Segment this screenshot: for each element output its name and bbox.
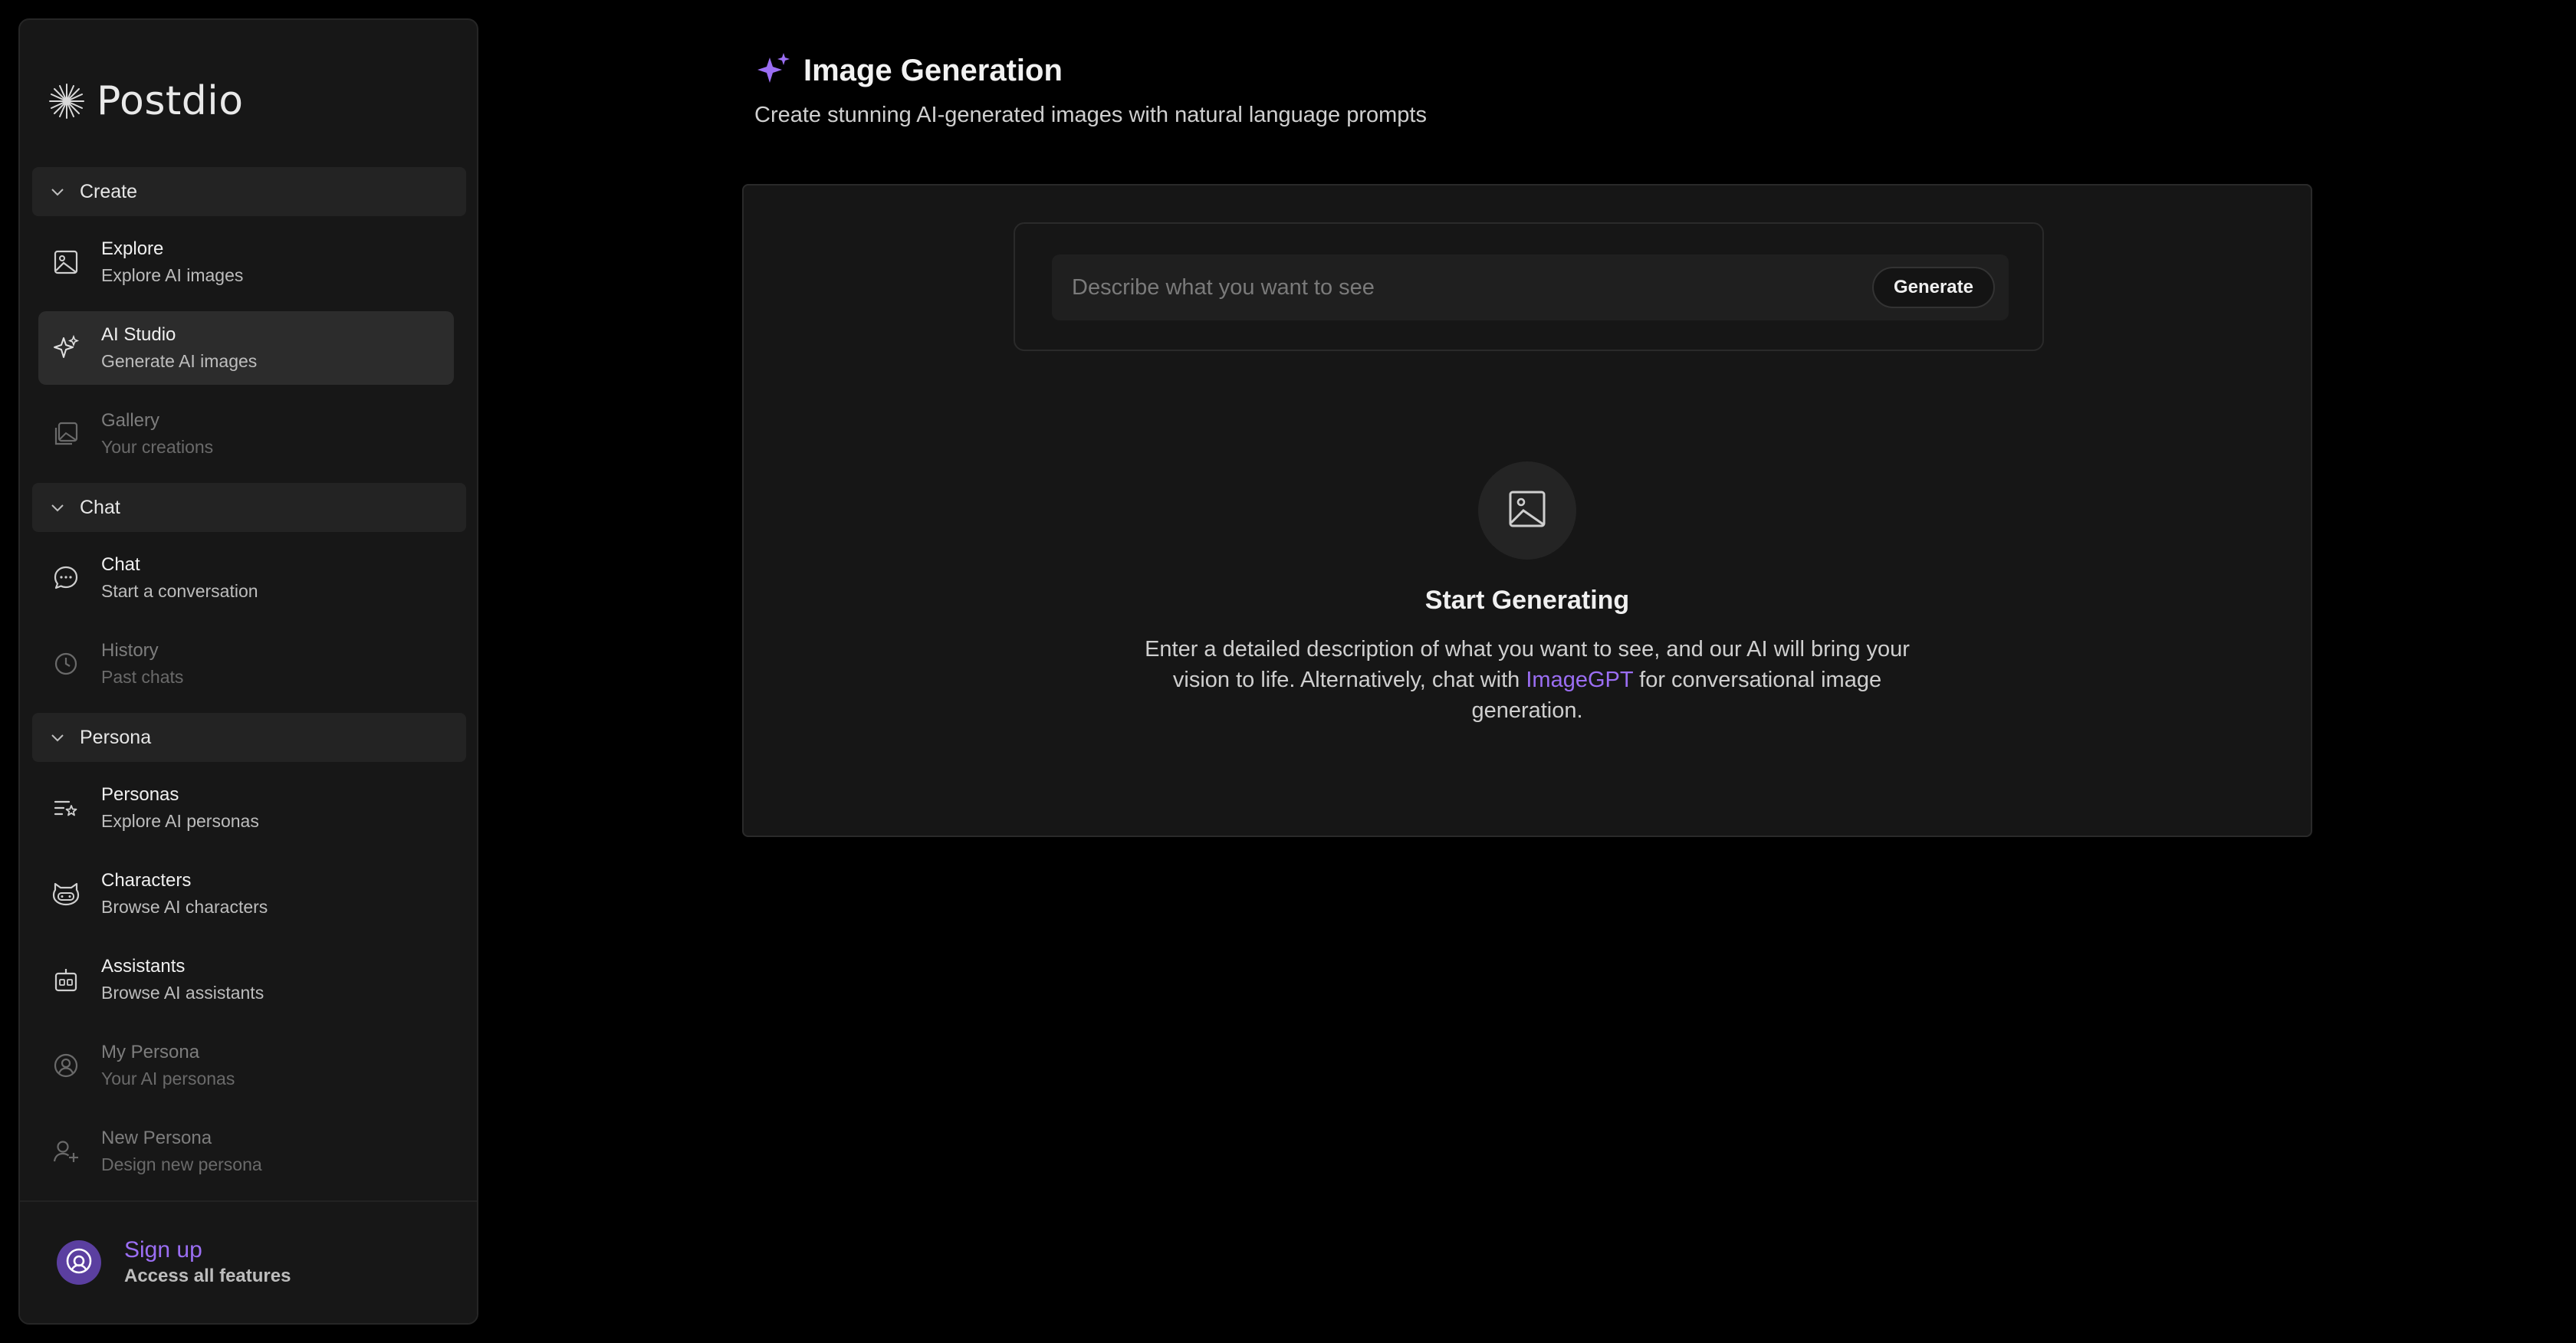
bot-icon	[52, 966, 80, 993]
sidebar-item-subtitle: Past chats	[101, 667, 184, 687]
page-subtitle: Create stunning AI-generated images with…	[754, 103, 1427, 127]
prompt-card: Generate	[1014, 222, 2044, 351]
sidebar-item-title: Assistants	[101, 956, 186, 977]
signup-card[interactable]: Sign up Access all features	[20, 1200, 477, 1323]
sidebar: Postdio Create Explore Explore AI images	[18, 18, 478, 1325]
empty-state-icon-circle	[1478, 461, 1576, 560]
sidebar-item-subtitle: Generate AI images	[101, 351, 258, 371]
generation-panel: Generate Start Generating Enter a detail…	[742, 184, 2312, 837]
sidebar-item-title: Personas	[101, 784, 179, 805]
sidebar-item-subtitle: Start a conversation	[101, 581, 258, 601]
signup-link[interactable]: Sign up	[124, 1236, 291, 1264]
sidebar-item-title: My Persona	[101, 1042, 200, 1062]
section-header-create[interactable]: Create	[32, 167, 466, 216]
empty-state-description: Enter a detailed description of what you…	[1144, 634, 1911, 726]
generate-button[interactable]: Generate	[1871, 267, 1995, 308]
sidebar-item-title: Gallery	[101, 410, 160, 431]
page-title: Image Generation	[803, 53, 1063, 87]
sidebar-item-personas[interactable]: Personas Explore AI personas	[38, 771, 454, 845]
sidebar-nav: Create Explore Explore AI images AI Stud…	[32, 167, 466, 1200]
chevron-down-icon	[49, 729, 66, 746]
image-icon	[52, 248, 80, 276]
section-label: Chat	[80, 496, 120, 518]
empty-state-title: Start Generating	[1424, 586, 1630, 615]
sidebar-item-subtitle: Browse AI characters	[101, 897, 268, 917]
sidebar-item-explore[interactable]: Explore Explore AI images	[38, 225, 454, 299]
sparkles-icon	[52, 334, 80, 362]
brand-name: Postdio	[97, 78, 244, 124]
chevron-down-icon	[49, 499, 66, 516]
sidebar-item-characters[interactable]: Characters Browse AI characters	[38, 857, 454, 931]
avatar	[57, 1240, 101, 1285]
sidebar-item-title: Explore	[101, 238, 164, 259]
gallery-icon	[52, 420, 80, 448]
sidebar-item-title: New Persona	[101, 1128, 212, 1148]
brand-logo[interactable]: Postdio	[48, 69, 244, 133]
sidebar-item-title: Chat	[101, 554, 140, 575]
section-label: Create	[80, 180, 138, 202]
sidebar-item-new-persona[interactable]: New Persona Design new persona	[38, 1115, 454, 1188]
sparkles-icon	[754, 50, 793, 92]
sidebar-item-history[interactable]: History Past chats	[38, 627, 454, 701]
prompt-input[interactable]	[1052, 254, 1872, 320]
section-header-chat[interactable]: Chat	[32, 483, 466, 532]
sidebar-item-subtitle: Browse AI assistants	[101, 983, 264, 1003]
sidebar-item-subtitle: Design new persona	[101, 1154, 262, 1174]
sidebar-item-subtitle: Explore AI personas	[101, 811, 259, 831]
imagegpt-link[interactable]: ImageGPT	[1526, 668, 1633, 692]
user-circle-icon	[52, 1052, 80, 1079]
sparkle-star-icon	[48, 82, 86, 120]
sidebar-item-subtitle: Explore AI images	[101, 265, 244, 285]
image-icon	[1507, 489, 1547, 533]
user-circle-icon	[65, 1247, 93, 1279]
sidebar-item-chat[interactable]: Chat Start a conversation	[38, 541, 454, 615]
cat-face-icon	[52, 880, 80, 908]
sidebar-item-subtitle: Your AI personas	[101, 1069, 235, 1089]
sidebar-item-ai-studio[interactable]: AI Studio Generate AI images	[38, 311, 454, 385]
sidebar-item-title: History	[101, 640, 159, 661]
section-label: Persona	[80, 726, 152, 748]
chat-bubble-icon	[52, 564, 80, 592]
chevron-down-icon	[49, 183, 66, 200]
list-star-icon	[52, 794, 80, 822]
clock-icon	[52, 650, 80, 678]
user-plus-icon	[52, 1138, 80, 1165]
prompt-input-wrapper: Generate	[1052, 254, 2009, 320]
sidebar-item-assistants[interactable]: Assistants Browse AI assistants	[38, 943, 454, 1016]
empty-state: Start Generating Enter a detailed descri…	[744, 461, 2311, 726]
signup-subtitle: Access all features	[124, 1266, 291, 1286]
sidebar-item-title: AI Studio	[101, 324, 176, 345]
page-header: Image Generation Create stunning AI-gene…	[754, 48, 1427, 128]
section-header-persona[interactable]: Persona	[32, 713, 466, 762]
sidebar-item-subtitle: Your creations	[101, 437, 214, 457]
sidebar-item-title: Characters	[101, 870, 192, 891]
sidebar-item-gallery[interactable]: Gallery Your creations	[38, 397, 454, 471]
sidebar-item-my-persona[interactable]: My Persona Your AI personas	[38, 1029, 454, 1102]
